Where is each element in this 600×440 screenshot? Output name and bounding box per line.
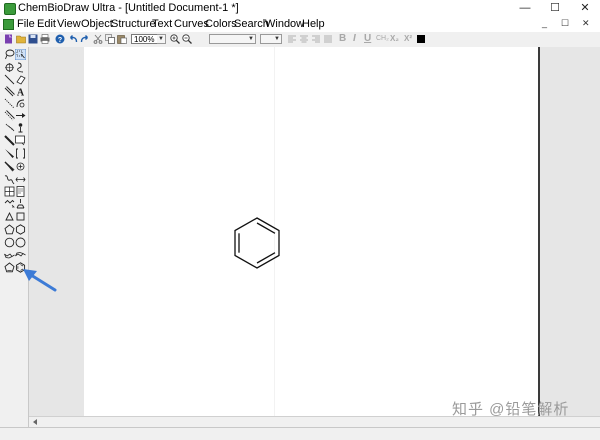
doc-minimize-button[interactable]: _ [542, 18, 547, 28]
doc-close-button[interactable]: ✕ [582, 18, 590, 29]
paste-icon[interactable] [117, 34, 127, 44]
zoom-out-icon[interactable] [182, 34, 192, 44]
align-left-icon[interactable] [287, 34, 297, 44]
cyclopentane-ring-icon[interactable] [4, 224, 15, 235]
undo-icon[interactable] [68, 34, 78, 44]
redo-icon[interactable] [80, 34, 90, 44]
drawing-elements-icon[interactable] [15, 135, 26, 146]
lasso-icon[interactable] [4, 49, 15, 60]
hashed-wedge-bond-icon[interactable] [4, 122, 15, 133]
status-bar [0, 427, 600, 440]
underline-button[interactable]: U [364, 33, 371, 44]
menu-text[interactable]: Text [152, 18, 172, 30]
cyclopropane-ring-icon[interactable] [4, 211, 15, 222]
subscript-button[interactable]: X₂ [390, 34, 399, 43]
cut-icon[interactable] [93, 34, 103, 44]
font-family-select[interactable]: ▼ [209, 34, 256, 44]
dashed-bond-icon[interactable] [4, 98, 15, 109]
menu-view[interactable]: View [57, 18, 81, 30]
structure-perspective-icon[interactable] [15, 62, 26, 73]
watermark: 知乎 @铅笔解析 [452, 401, 570, 418]
wavy-bond-icon[interactable] [4, 174, 15, 185]
dashed-double-bond-icon[interactable] [4, 110, 15, 121]
drawing-canvas[interactable] [84, 47, 540, 416]
page-edge [538, 47, 540, 416]
app-icon [4, 3, 16, 15]
open-folder-icon[interactable] [16, 34, 26, 44]
tlc-plate-icon[interactable] [15, 186, 26, 197]
cyclohexane-chair-2-icon[interactable] [15, 250, 26, 261]
main-toolbar: ? 100% ▼ ▼ ▼ B I U CH₂ X₂ X² [0, 32, 600, 48]
menu-file[interactable]: File [17, 18, 35, 30]
font-size-select[interactable]: ▼ [260, 34, 282, 44]
text-color-swatch[interactable] [417, 35, 425, 43]
menu-object[interactable]: Object [81, 18, 113, 30]
doc-restore-button[interactable]: ☐ [561, 18, 569, 29]
close-button[interactable]: ✕ [570, 0, 600, 17]
text-tool-icon[interactable]: A [15, 86, 26, 98]
rotate-icon[interactable] [4, 62, 15, 73]
eraser-icon[interactable] [15, 74, 26, 85]
menu-structure[interactable]: Structure [111, 18, 156, 30]
save-icon[interactable] [28, 34, 38, 44]
document-icon[interactable] [3, 19, 14, 30]
new-document-icon[interactable] [4, 34, 14, 44]
minimize-button[interactable]: — [510, 0, 540, 17]
bold-bond-icon[interactable] [4, 135, 15, 146]
arrow-tool-icon[interactable] [15, 110, 26, 121]
templates-icon[interactable] [15, 198, 26, 209]
cycloheptane-ring-icon[interactable] [4, 237, 15, 248]
svg-text:A: A [17, 88, 25, 98]
help-icon[interactable]: ? [55, 34, 65, 44]
pen-tool-icon[interactable] [15, 98, 26, 109]
chevron-down-icon: ▼ [248, 36, 254, 42]
benzene-structure[interactable] [230, 214, 284, 274]
marquee-selection-icon[interactable] [15, 49, 26, 60]
menu-curves[interactable]: Curves [174, 18, 209, 30]
annotation-arrow [23, 269, 57, 292]
align-center-icon[interactable] [299, 34, 309, 44]
menu-bar: File Edit View Object Structure Text Cur… [0, 17, 600, 32]
tool-palette: A [0, 47, 29, 427]
window-title: ChemBioDraw Ultra - [Untitled Document-1… [18, 2, 239, 14]
chevron-down-icon: ▼ [158, 36, 164, 42]
double-bond-icon[interactable] [4, 86, 15, 97]
orbital-tool-icon[interactable] [15, 122, 26, 133]
menu-edit[interactable]: Edit [37, 18, 56, 30]
bold-button[interactable]: B [339, 33, 346, 44]
align-right-icon[interactable] [311, 34, 321, 44]
menu-colors[interactable]: Colors [205, 18, 237, 30]
italic-button[interactable]: I [353, 33, 356, 44]
title-bar: ChemBioDraw Ultra - [Untitled Document-1… [0, 0, 600, 17]
query-tool-icon[interactable] [15, 174, 26, 185]
zoom-in-icon[interactable] [170, 34, 180, 44]
bracket-tool-icon[interactable] [15, 148, 26, 159]
menu-window[interactable]: Window [265, 18, 304, 30]
cyclohexane-ring-icon[interactable] [15, 224, 26, 235]
menu-search[interactable]: Search [234, 18, 269, 30]
maximize-button[interactable]: ☐ [540, 0, 570, 17]
superscript-button[interactable]: X² [404, 34, 412, 43]
scroll-left-icon[interactable] [31, 418, 39, 426]
menu-help[interactable]: Help [302, 18, 325, 30]
print-icon[interactable] [40, 34, 50, 44]
cyclooctane-ring-icon[interactable] [15, 237, 26, 248]
hollow-wedge-bond-icon[interactable] [4, 161, 15, 172]
cyclobutane-ring-icon[interactable] [15, 211, 26, 222]
cyclohexane-chair-1-icon[interactable] [4, 250, 15, 261]
zoom-dropdown-button[interactable]: ▼ [157, 34, 166, 44]
wedge-bond-icon[interactable] [4, 148, 15, 159]
cyclopentadiene-ring-icon[interactable] [4, 262, 15, 273]
chemical-symbols-icon[interactable] [15, 161, 26, 172]
table-tool-icon[interactable] [4, 186, 15, 197]
chevron-down-icon: ▼ [274, 36, 280, 42]
copy-icon[interactable] [105, 34, 115, 44]
solid-bond-icon[interactable] [4, 74, 15, 85]
justify-icon[interactable] [323, 34, 333, 44]
svg-text:?: ? [58, 37, 62, 44]
formula-button[interactable]: CH₂ [376, 35, 389, 42]
acyclic-chain-icon[interactable] [4, 198, 15, 209]
